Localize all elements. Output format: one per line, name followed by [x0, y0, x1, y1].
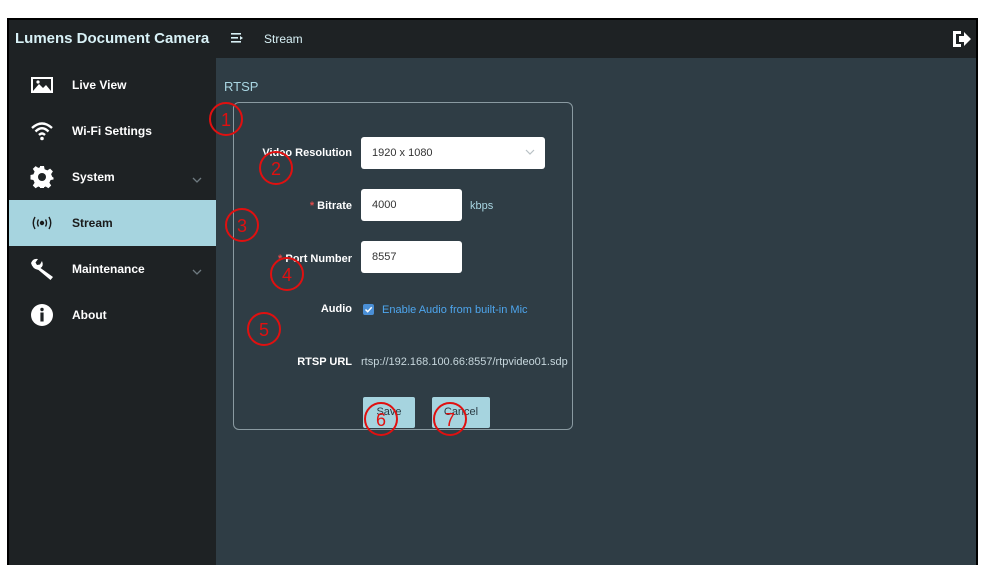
- bitrate-input[interactable]: 4000: [361, 189, 462, 221]
- bitrate-label-text: Bitrate: [317, 200, 352, 212]
- chevron-down-icon: [192, 265, 202, 275]
- sidebar-item-live-view[interactable]: Live View: [9, 62, 216, 108]
- sidebar-item-system[interactable]: System: [9, 154, 216, 200]
- logout-icon[interactable]: [950, 28, 972, 50]
- video-resolution-label: Video Resolution: [262, 147, 352, 159]
- bitrate-label: * Bitrate: [241, 200, 352, 212]
- sidebar-item-label: Stream: [72, 216, 113, 230]
- gear-icon: [29, 165, 55, 189]
- breadcrumb: Stream: [264, 32, 303, 46]
- section-title: RTSP: [224, 79, 259, 94]
- sidebar-item-about[interactable]: About: [9, 292, 216, 338]
- sidebar-item-label: Wi-Fi Settings: [72, 124, 152, 138]
- rtsp-url-value: rtsp://192.168.100.66:8557/rtpvideo01.sd…: [361, 356, 568, 368]
- video-resolution-select[interactable]: 1920 x 1080: [361, 137, 545, 169]
- sidebar-item-maintenance[interactable]: Maintenance: [9, 246, 216, 292]
- wrench-icon: [29, 257, 55, 281]
- video-resolution-value: 1920 x 1080: [372, 147, 433, 159]
- sidebar-item-label: System: [72, 170, 115, 184]
- app-window: Lumens Document Camera Stream Live View …: [7, 18, 978, 565]
- annotation-marker-5: 5: [247, 312, 281, 346]
- sidebar-item-stream[interactable]: Stream: [9, 200, 216, 246]
- top-bar: Lumens Document Camera Stream: [9, 20, 976, 58]
- app-title: Lumens Document Camera: [15, 30, 210, 47]
- menu-toggle-icon[interactable]: [230, 31, 244, 45]
- rtsp-url-label: RTSP URL: [297, 356, 352, 368]
- audio-checkbox[interactable]: [363, 304, 374, 315]
- annotation-marker-4: 4: [270, 257, 304, 291]
- sidebar-item-label: Maintenance: [72, 262, 145, 276]
- broadcast-icon: [29, 211, 55, 235]
- chevron-down-icon: [525, 137, 535, 169]
- info-icon: [29, 303, 55, 327]
- sidebar-item-label: Live View: [72, 78, 127, 92]
- sidebar-item-wifi-settings[interactable]: Wi-Fi Settings: [9, 108, 216, 154]
- wifi-icon: [29, 119, 55, 143]
- annotation-marker-3: 3: [225, 208, 259, 242]
- annotation-marker-6: 6: [364, 402, 398, 436]
- annotation-marker-1: 1: [209, 102, 243, 136]
- sidebar: Live View Wi-Fi Settings System Stream M…: [9, 58, 216, 565]
- bitrate-unit: kbps: [470, 200, 494, 212]
- annotation-marker-2: 2: [259, 151, 293, 185]
- sidebar-item-label: About: [72, 308, 107, 322]
- chevron-down-icon: [192, 173, 202, 183]
- annotation-marker-7: 7: [433, 402, 467, 436]
- picture-icon: [29, 73, 55, 97]
- main-content: RTSP Video Resolution 1920 x 1080 * Bitr…: [216, 58, 976, 565]
- port-number-input[interactable]: 8557: [361, 241, 462, 273]
- audio-checkbox-label[interactable]: Enable Audio from built-in Mic: [382, 304, 528, 316]
